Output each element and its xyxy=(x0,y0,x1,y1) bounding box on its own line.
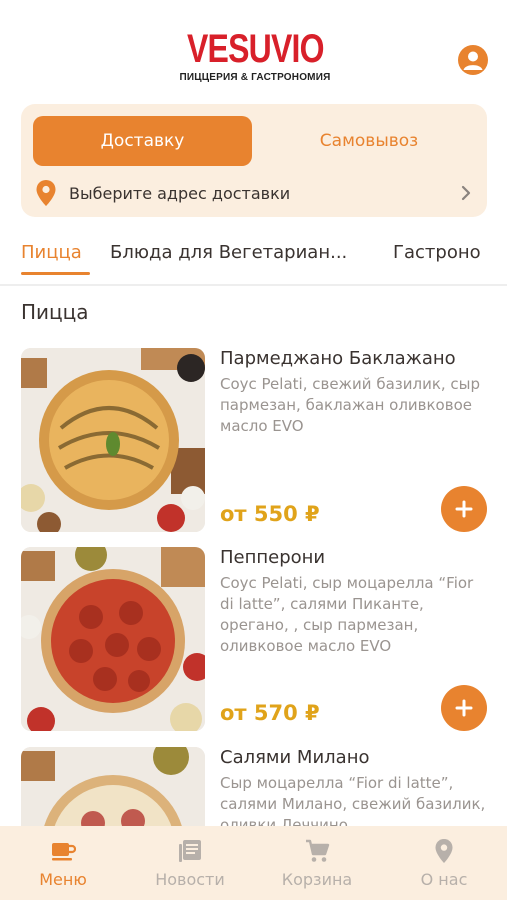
product-name: Пепперони xyxy=(220,547,326,568)
product-image xyxy=(21,348,205,532)
product-image xyxy=(21,547,205,731)
product-card[interactable]: Пепперони Соус Pelati, сыр моцарелла “Fi… xyxy=(21,547,487,733)
location-icon xyxy=(435,839,453,863)
chevron-right-icon xyxy=(461,185,471,201)
product-name: Пармеджано Баклажано xyxy=(220,348,456,369)
product-name: Салями Милано xyxy=(220,747,370,768)
nav-menu[interactable]: Меню xyxy=(0,826,126,900)
section-title: Пицца xyxy=(21,300,89,324)
nav-label: Корзина xyxy=(281,870,353,889)
product-price: от 570 ₽ xyxy=(220,701,320,725)
address-placeholder: Выберите адрес доставки xyxy=(69,183,291,203)
app-header: VESUVIO ПИЦЦЕРИЯ & ГАСТРОНОМИЯ xyxy=(0,0,507,100)
location-pin-icon xyxy=(36,180,56,206)
nav-about[interactable]: О нас xyxy=(381,826,507,900)
product-card[interactable]: Пармеджано Баклажано Соус Pelati, свежий… xyxy=(21,348,487,534)
tab-pickup[interactable]: Самовывоз xyxy=(263,116,475,166)
cup-icon xyxy=(52,843,76,861)
cart-icon xyxy=(306,839,330,862)
active-tab-indicator xyxy=(21,272,90,275)
product-price: от 550 ₽ xyxy=(220,502,320,526)
news-icon xyxy=(179,840,201,862)
profile-icon[interactable] xyxy=(458,45,488,75)
nav-news[interactable]: Новости xyxy=(127,826,253,900)
nav-cart[interactable]: Корзина xyxy=(254,826,380,900)
brand-logo: VESUVIO ПИЦЦЕРИЯ & ГАСТРОНОМИЯ xyxy=(170,28,340,83)
divider xyxy=(0,284,507,286)
plus-icon xyxy=(455,500,473,518)
logo-text: VESUVIO xyxy=(187,27,324,71)
plus-icon xyxy=(455,699,473,717)
category-tab-pizza[interactable]: Пицца xyxy=(21,242,82,263)
tab-delivery[interactable]: Доставку xyxy=(33,116,252,166)
nav-label: Новости xyxy=(155,870,225,889)
add-to-cart-button[interactable] xyxy=(441,486,487,532)
logo-subtitle: ПИЦЦЕРИЯ & ГАСТРОНОМИЯ xyxy=(179,72,331,83)
product-description: Соус Pelati, свежий базилик, сыр пармеза… xyxy=(220,375,481,435)
nav-label: О нас xyxy=(420,870,468,889)
category-tab-gastronomy[interactable]: Гастроно xyxy=(393,242,481,263)
delivery-card: Доставку Самовывоз Выберите адрес достав… xyxy=(21,104,487,217)
category-tab-vegetarian[interactable]: Блюда для Вегетариан... xyxy=(110,242,347,263)
product-description: Соус Pelati, сыр моцарелла “Fior di latt… xyxy=(220,574,474,655)
nav-label: Меню xyxy=(39,870,87,889)
bottom-navigation: Меню Новости Корзина О нас xyxy=(0,826,507,900)
address-selector[interactable]: Выберите адрес доставки xyxy=(33,176,475,210)
add-to-cart-button[interactable] xyxy=(441,685,487,731)
category-tabs: Пицца Блюда для Вегетариан... Гастроно xyxy=(0,232,507,284)
